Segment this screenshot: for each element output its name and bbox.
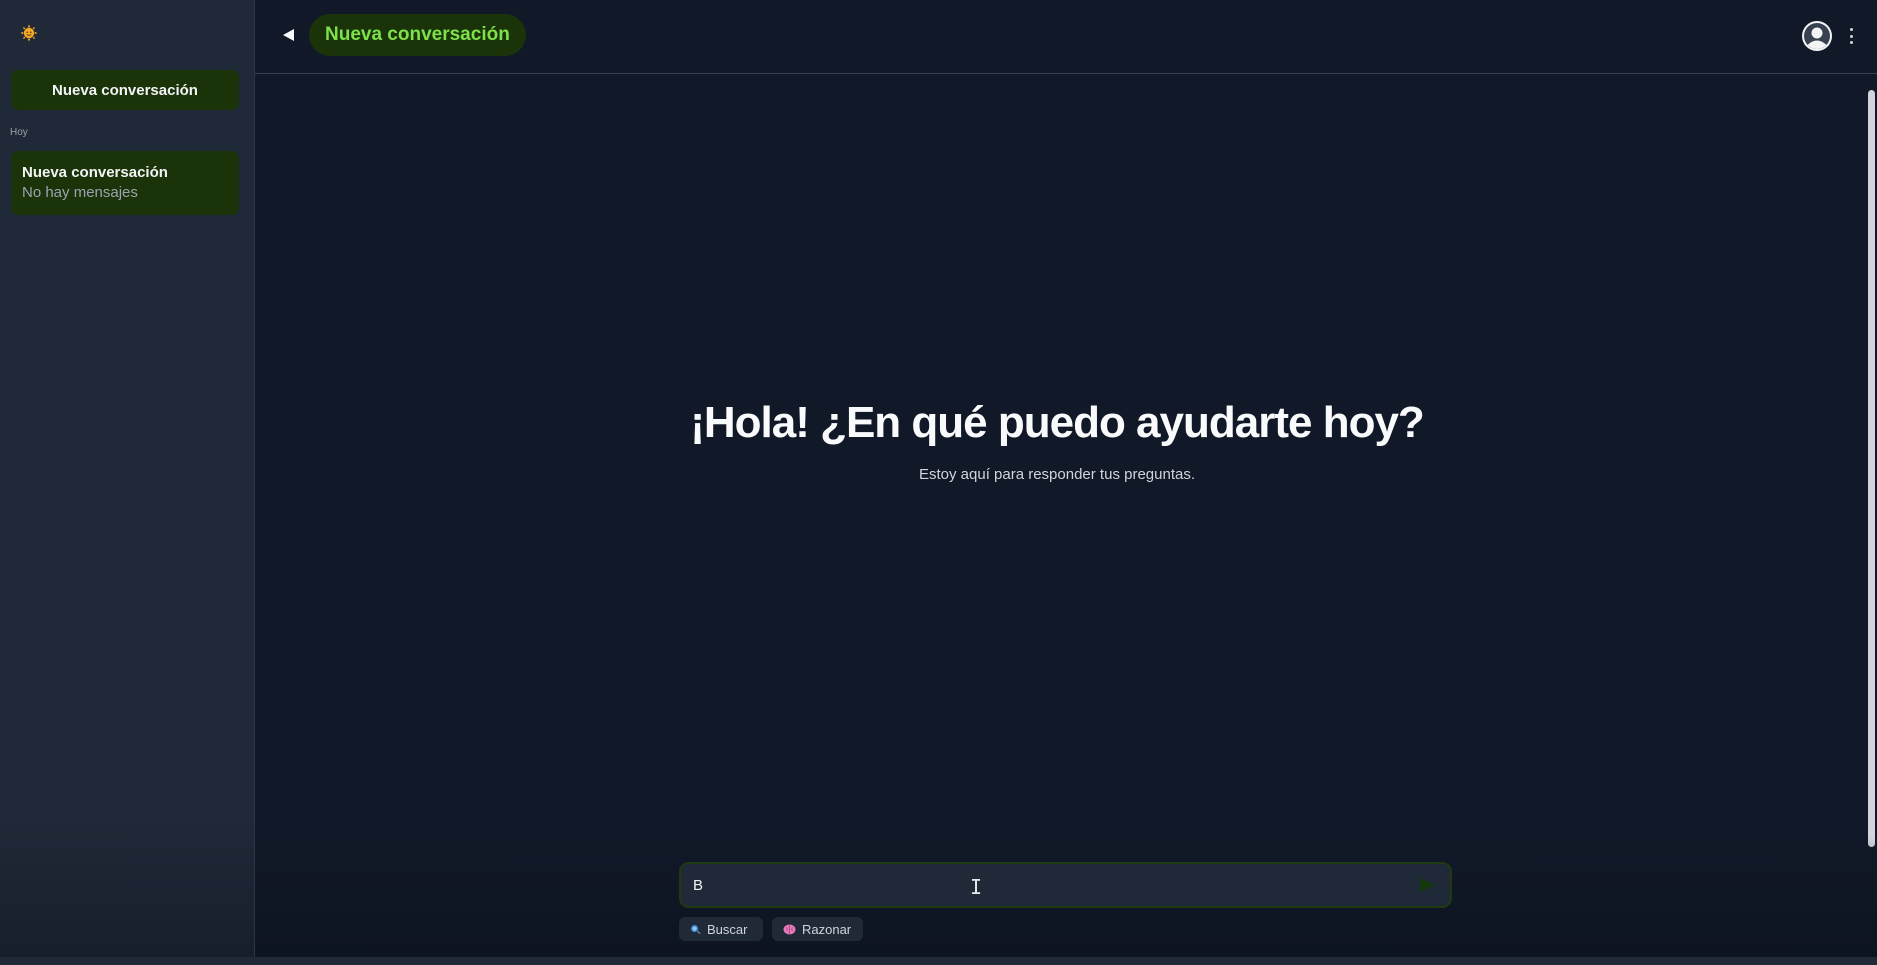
- chat-main: Nueva conversación ¡Hola! ¿En qué puedo …: [255, 0, 1877, 965]
- message-input[interactable]: [693, 876, 1416, 894]
- chat-header: Nueva conversación: [255, 0, 1877, 74]
- conversation-title-pill[interactable]: Nueva conversación: [309, 14, 526, 56]
- user-avatar-icon[interactable]: [1801, 20, 1833, 52]
- welcome-section: ¡Hola! ¿En qué puedo ayudarte hoy? Estoy…: [255, 398, 1859, 483]
- scrollbar-thumb[interactable]: [1868, 90, 1875, 847]
- reason-tool-button[interactable]: Razonar: [772, 917, 863, 941]
- search-tool-label: Buscar: [707, 921, 748, 937]
- sun-face-icon[interactable]: [20, 24, 38, 42]
- conversation-preview: No hay mensajes: [22, 184, 138, 201]
- conversation-list-item[interactable]: Nueva conversación No hay mensajes: [11, 151, 239, 215]
- triangle-left-icon: [283, 29, 294, 41]
- brain-icon: [783, 924, 796, 934]
- send-icon: [1419, 878, 1435, 892]
- text-cursor-icon: I: [970, 875, 983, 899]
- magnifier-icon: [690, 924, 701, 934]
- welcome-heading: ¡Hola! ¿En qué puedo ayudarte hoy?: [690, 398, 1425, 447]
- more-vertical-icon[interactable]: [1847, 28, 1855, 44]
- collapse-sidebar-button[interactable]: [277, 23, 301, 47]
- new-conversation-button[interactable]: Nueva conversación: [11, 70, 239, 110]
- sidebar: Nueva conversación Hoy Nueva conversació…: [0, 0, 255, 965]
- message-composer[interactable]: [679, 862, 1452, 908]
- app-window: Nueva conversación Hoy Nueva conversació…: [0, 0, 1877, 965]
- bottom-edge-bar: [0, 957, 1877, 965]
- conversation-group-label: Hoy: [10, 127, 28, 138]
- send-button[interactable]: [1416, 874, 1438, 896]
- welcome-subheading: Estoy aquí para responder tus preguntas.: [918, 466, 1195, 483]
- conversation-title: Nueva conversación: [22, 164, 168, 181]
- reason-tool-label: Razonar: [802, 921, 852, 937]
- search-tool-button[interactable]: Buscar: [679, 917, 763, 941]
